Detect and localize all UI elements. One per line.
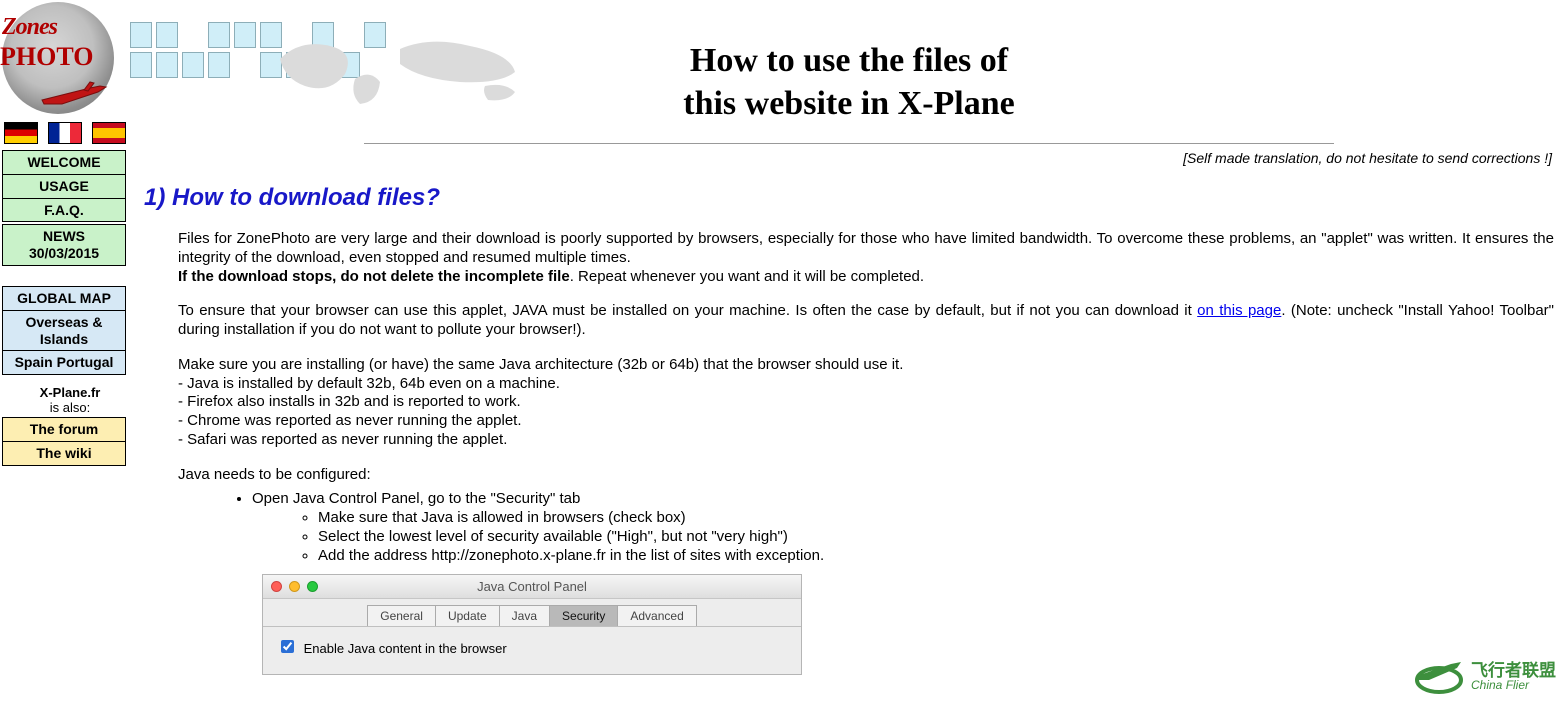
config-top: Open Java Control Panel, go to the "Secu…: [252, 490, 1554, 564]
section-1-p4: Java needs to be configured:: [178, 466, 1554, 485]
enable-java-checkbox-row[interactable]: Enable Java content in the browser: [277, 641, 507, 656]
logo-text-photo: PHOTO: [0, 42, 93, 72]
main-content: How to use the files of this website in …: [140, 0, 1568, 675]
section-1-p3: Make sure you are installing (or have) t…: [178, 356, 1554, 450]
plane-icon: [40, 80, 110, 110]
sidebar: Zones PHOTO WELCOME USAGE F.A.Q. NEWS 30…: [0, 0, 140, 466]
tab-security[interactable]: Security: [550, 605, 618, 626]
java-control-panel-window: Java Control Panel General Update Java S…: [262, 574, 802, 675]
page-title-line2: this website in X-Plane: [683, 85, 1015, 122]
nav-wiki[interactable]: The wiki: [3, 441, 126, 465]
china-flier-brand[interactable]: 飞行者联盟 China Flier: [1411, 656, 1556, 696]
section-1-heading: 1) How to download files?: [144, 184, 1554, 212]
mini-world-map: [130, 12, 386, 78]
translation-note: [Self made translation, do not hesitate …: [144, 150, 1552, 166]
tab-java[interactable]: Java: [500, 605, 550, 626]
config-list: Open Java Control Panel, go to the "Secu…: [212, 490, 1554, 564]
nav-usage[interactable]: USAGE: [3, 174, 126, 198]
flag-fr[interactable]: [48, 122, 82, 144]
tab-advanced[interactable]: Advanced: [618, 605, 696, 626]
also-label-1: X-Plane.fr: [0, 385, 140, 400]
separator: [364, 143, 1334, 144]
nav-main: WELCOME USAGE F.A.Q.: [2, 150, 126, 222]
config-sub-3: Add the address http://zonephoto.x-plane…: [318, 547, 1554, 564]
section-1-p2: To ensure that your browser can use this…: [178, 302, 1554, 340]
nav-news[interactable]: NEWS 30/03/2015: [2, 224, 126, 266]
enable-java-checkbox[interactable]: [281, 640, 294, 653]
java-panel-body: Enable Java content in the browser: [263, 626, 801, 674]
tab-general[interactable]: General: [367, 605, 436, 626]
window-title: Java Control Panel: [263, 579, 801, 594]
config-sub-2: Select the lowest level of security avai…: [318, 528, 1554, 545]
nav-secondary: GLOBAL MAP Overseas & Islands Spain Port…: [2, 286, 126, 375]
nav-tertiary: The forum The wiki: [2, 417, 126, 466]
flag-es[interactable]: [92, 122, 126, 144]
china-flier-icon: [1411, 656, 1463, 696]
java-download-link[interactable]: on this page: [1197, 302, 1281, 319]
also-label-2: is also:: [0, 400, 140, 415]
tab-update[interactable]: Update: [436, 605, 500, 626]
nav-forum[interactable]: The forum: [3, 418, 126, 442]
page-title-line1: How to use the files of: [690, 42, 1008, 79]
site-logo[interactable]: Zones PHOTO: [2, 2, 114, 114]
config-sub-1: Make sure that Java is allowed in browse…: [318, 509, 1554, 526]
nav-news-date[interactable]: 30/03/2015: [3, 245, 126, 265]
language-flags: [4, 122, 140, 144]
flag-de[interactable]: [4, 122, 38, 144]
mac-titlebar: Java Control Panel: [263, 575, 801, 599]
nav-global-map[interactable]: GLOBAL MAP: [3, 286, 126, 310]
java-panel-tabs: General Update Java Security Advanced: [263, 599, 801, 626]
nav-overseas-islands[interactable]: Overseas & Islands: [3, 310, 126, 351]
china-flier-text: 飞行者联盟 China Flier: [1471, 662, 1556, 691]
section-1-p1b-strong: If the download stops, do not delete the…: [178, 268, 570, 285]
logo-text-zones: Zones: [2, 14, 57, 41]
nav-news-label[interactable]: NEWS: [3, 225, 126, 245]
nav-welcome[interactable]: WELCOME: [3, 151, 126, 175]
nav-spain-portugal[interactable]: Spain Portugal: [3, 351, 126, 375]
nav-faq[interactable]: F.A.Q.: [3, 198, 126, 222]
enable-java-label: Enable Java content in the browser: [304, 641, 507, 656]
section-1-p1: Files for ZonePhoto are very large and t…: [178, 230, 1554, 286]
